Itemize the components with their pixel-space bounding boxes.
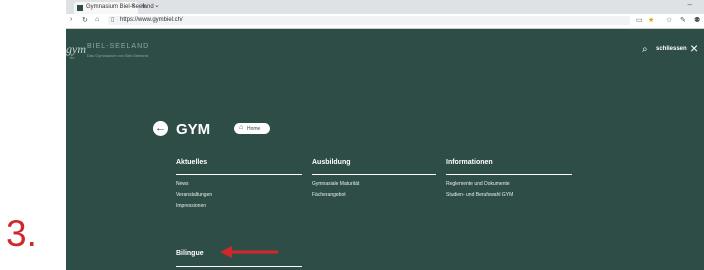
column-heading-informationen[interactable]: Informationen [446, 159, 493, 166]
home-button[interactable]: ⌂ Home [234, 123, 270, 134]
reader-view-icon[interactable]: ▭ [636, 16, 643, 24]
house-icon: ⌂ [239, 124, 244, 131]
column-heading-bilingue[interactable]: Bilingue [176, 250, 204, 257]
column-heading-ausbildung[interactable]: Ausbildung [312, 159, 351, 166]
url-text: https://www.gymbiel.ch/ [120, 17, 183, 23]
column-heading-aktuelles[interactable]: Aktuelles [176, 159, 207, 166]
menu-link-berufswahl[interactable]: Studien- und Berufswahl GYM [446, 192, 513, 198]
red-arrow-icon [220, 246, 278, 258]
search-icon[interactable]: ⌕ [642, 44, 648, 55]
favicon-icon [77, 5, 83, 11]
home-nav-icon[interactable]: ⌂ [95, 16, 99, 23]
column-divider [176, 174, 302, 175]
address-bar: › ↻ ⌂ ▯ https://www.gymbiel.ch/ ▭ ★ ☆ ✎ … [66, 14, 704, 29]
page-icon: ▯ [111, 17, 115, 23]
browser-window: Gymnasium Biel-Seeland × + ⌄ – › ↻ ⌂ ▯ h… [66, 0, 704, 270]
column-divider [176, 266, 302, 267]
refresh-icon[interactable]: ↻ [82, 16, 88, 24]
home-label: Home [247, 126, 261, 132]
menu-link-veranstaltungen[interactable]: Veranstaltungen [176, 192, 212, 198]
logo-mark[interactable]: gym [66, 42, 86, 57]
close-menu-label[interactable]: schliessen [656, 46, 687, 52]
menu-link-impressionen[interactable]: Impressionen [176, 203, 206, 209]
back-button[interactable]: ← [153, 121, 168, 136]
page-title: GYM [176, 121, 211, 138]
collections-icon[interactable]: ✎ [680, 16, 686, 24]
menu-link-reglemente[interactable]: Reglemente und Dokumente [446, 181, 510, 187]
back-nav-icon[interactable]: › [70, 16, 72, 23]
menu-link-maturitaet[interactable]: Gymnasiale Maturität [312, 181, 359, 187]
column-divider [446, 174, 572, 175]
favorite-star-icon[interactable]: ★ [648, 16, 654, 24]
menu-link-news[interactable]: News [176, 181, 189, 187]
favorites-bar-icon[interactable]: ☆ [666, 16, 672, 24]
profile-icon[interactable]: ⚉ [694, 16, 700, 24]
column-divider [312, 174, 436, 175]
tab-list-button[interactable]: ⌄ [154, 1, 160, 9]
new-tab-button[interactable]: + [141, 1, 146, 11]
browser-tab[interactable]: Gymnasium Biel-Seeland × [74, 2, 154, 14]
logo-small-text: fur [70, 55, 75, 60]
logo-tagline: Das Gymnasium von Biel-Seeland [87, 53, 148, 58]
close-icon[interactable]: × [690, 40, 698, 56]
url-input[interactable]: ▯ https://www.gymbiel.ch/ [108, 16, 630, 25]
step-number: 3. [6, 213, 37, 254]
logo-name[interactable]: BIEL-SEELAND [87, 43, 149, 50]
minimize-button[interactable]: – [688, 0, 692, 9]
close-tab-icon[interactable]: × [131, 3, 135, 10]
tab-bar: Gymnasium Biel-Seeland × + ⌄ – [66, 0, 704, 14]
menu-link-faecherangebot[interactable]: Fächerangebot [312, 192, 346, 198]
